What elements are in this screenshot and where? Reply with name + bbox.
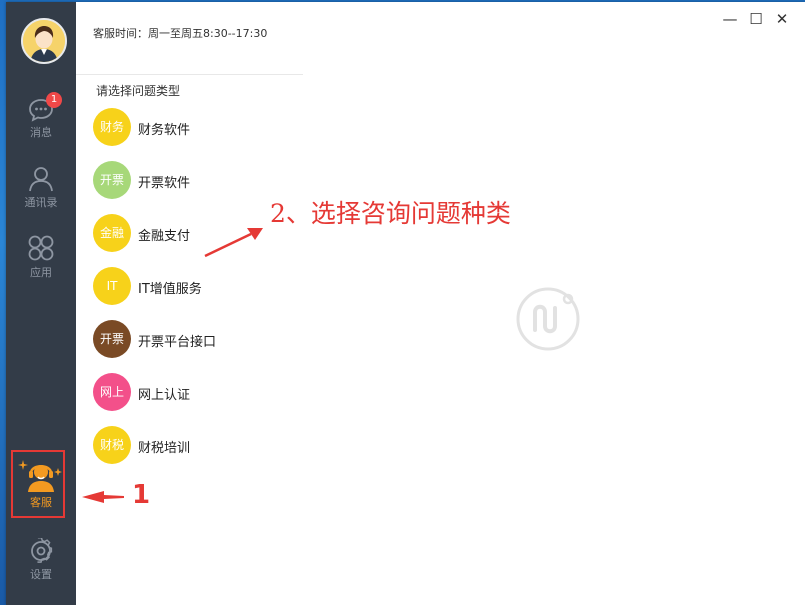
category-badge: 开票 xyxy=(93,161,131,199)
category-item[interactable]: 开票 开票平台接口 xyxy=(93,320,293,358)
step2-annotation: 2、选择咨询问题种类 xyxy=(270,199,511,228)
section-title: 请选择问题类型 xyxy=(96,84,181,98)
nav-messages-label: 消息 xyxy=(30,126,52,139)
close-button[interactable]: ✕ xyxy=(771,10,793,28)
category-item[interactable]: IT IT增值服务 xyxy=(93,267,293,305)
step1-annotation: 1 xyxy=(132,480,151,510)
nav-support-label: 客服 xyxy=(30,496,52,509)
category-badge: 金融 xyxy=(93,214,131,252)
minimize-button[interactable]: — xyxy=(719,10,741,28)
category-item[interactable]: 开票 开票软件 xyxy=(93,161,293,199)
category-badge: 开票 xyxy=(93,320,131,358)
window-controls: — ☐ ✕ xyxy=(715,10,793,28)
nav-support[interactable]: 客服 xyxy=(6,458,76,510)
category-item[interactable]: 财税 财税培训 xyxy=(93,426,293,464)
app-window: 1 消息 通讯录 应用 客服 设置 客服时间：周一至周五8:30--17:30 … xyxy=(6,2,805,605)
category-label: 财务软件 xyxy=(138,123,191,138)
chat-area: — ☐ ✕ xyxy=(303,2,805,605)
category-label: 财税培训 xyxy=(138,441,191,456)
nav-settings[interactable]: 设置 xyxy=(6,538,76,582)
contacts-icon xyxy=(29,167,53,192)
panel-divider xyxy=(76,74,303,75)
category-badge: IT xyxy=(93,267,131,305)
sidebar: 1 消息 通讯录 应用 客服 设置 xyxy=(6,2,76,605)
unread-badge: 1 xyxy=(46,92,62,108)
category-label: 开票平台接口 xyxy=(138,335,217,350)
nav-contacts-label: 通讯录 xyxy=(24,196,58,209)
user-avatar[interactable] xyxy=(21,18,67,64)
gear-icon xyxy=(31,538,53,563)
category-panel: 客服时间：周一至周五8:30--17:30 请选择问题类型 财务 财务软件 开票… xyxy=(76,2,304,605)
category-badge: 财务 xyxy=(93,108,131,146)
category-badge: 财税 xyxy=(93,426,131,464)
category-item[interactable]: 网上 网上认证 xyxy=(93,373,293,411)
apps-icon xyxy=(28,235,54,261)
category-label: 网上认证 xyxy=(138,388,191,403)
category-badge: 网上 xyxy=(93,373,131,411)
category-label: 金融支付 xyxy=(138,229,191,244)
nav-apps-label: 应用 xyxy=(30,266,52,279)
nav-messages[interactable]: 1 消息 xyxy=(6,92,76,140)
avatar-image xyxy=(23,20,65,62)
nav-apps[interactable]: 应用 xyxy=(6,234,76,280)
nav-settings-label: 设置 xyxy=(30,568,52,581)
step2-arrow-icon xyxy=(204,228,263,258)
category-label: 开票软件 xyxy=(138,176,191,191)
nav-contacts[interactable]: 通讯录 xyxy=(6,166,76,210)
app-logo-watermark xyxy=(516,287,580,351)
step1-arrow-icon xyxy=(82,491,124,503)
category-label: IT增值服务 xyxy=(138,282,202,297)
headset-agent-icon xyxy=(18,460,62,492)
maximize-button[interactable]: ☐ xyxy=(745,10,767,28)
service-hours: 客服时间：周一至周五8:30--17:30 xyxy=(93,27,268,40)
category-item[interactable]: 财务 财务软件 xyxy=(93,108,293,146)
